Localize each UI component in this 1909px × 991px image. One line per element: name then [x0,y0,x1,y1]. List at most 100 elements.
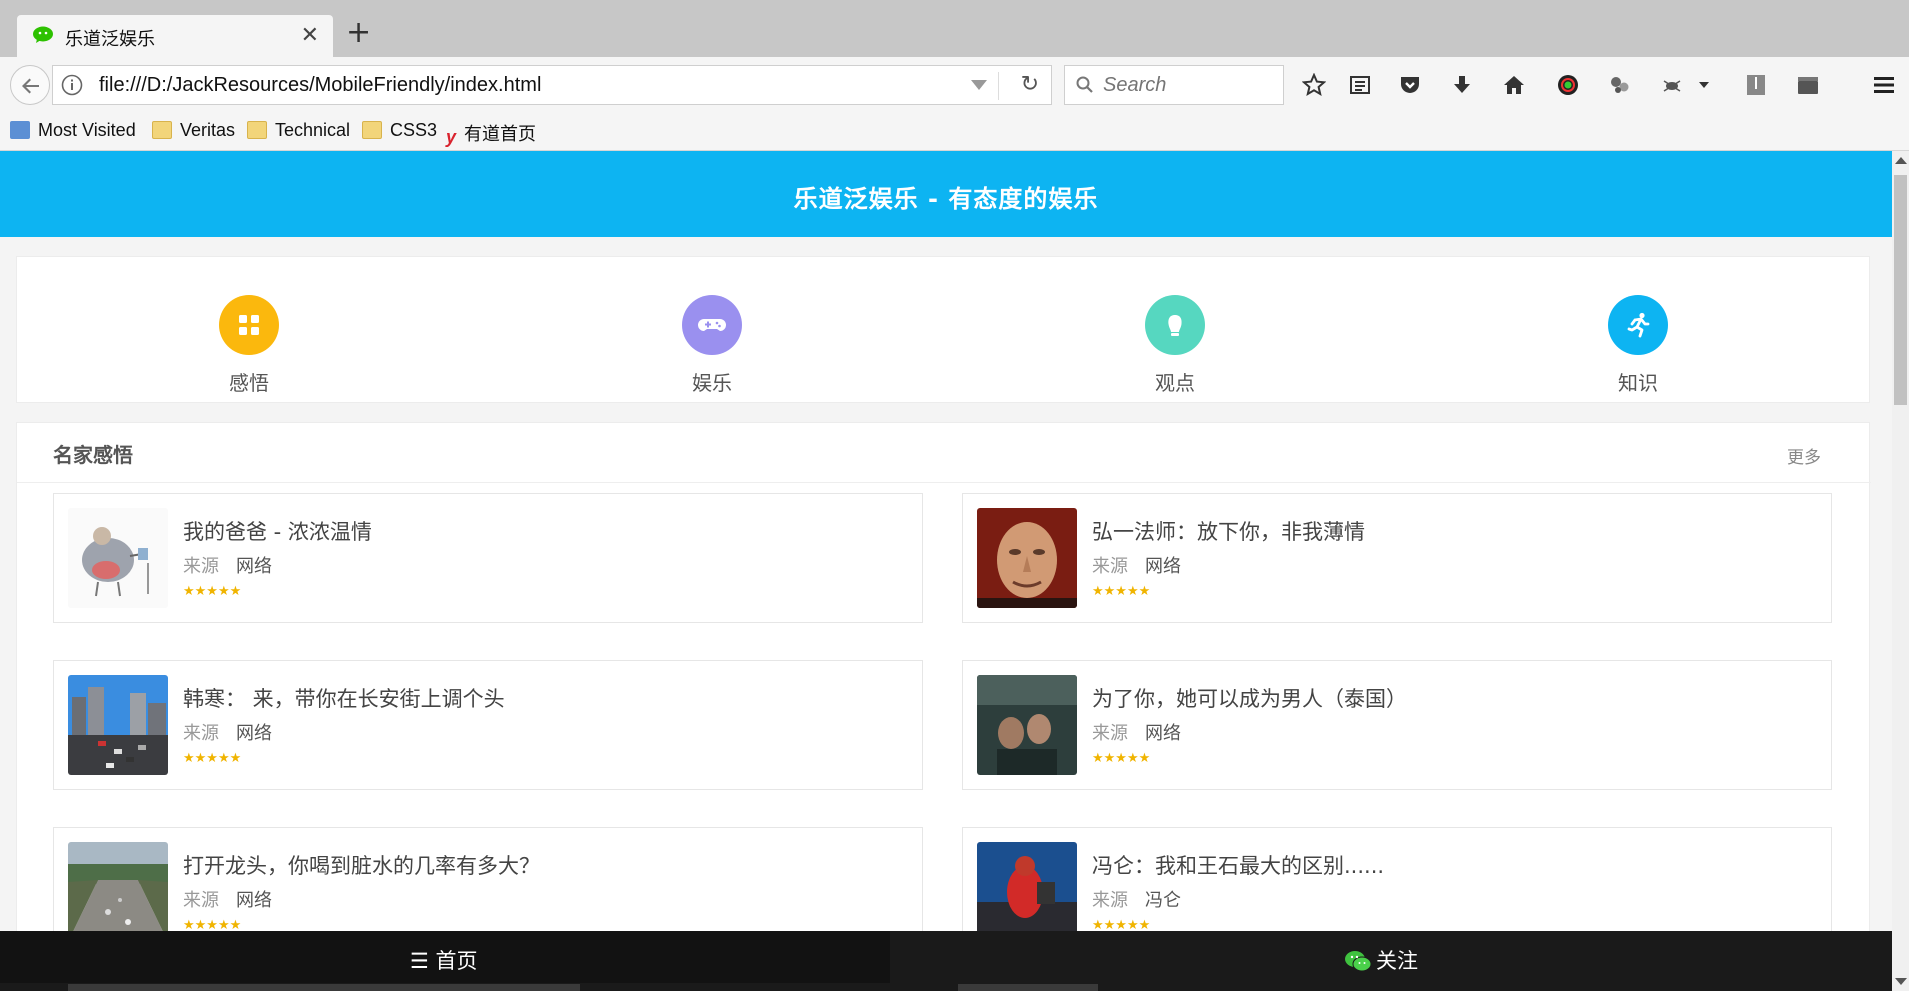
source-label: 来源 [183,890,219,911]
section-header: 名家感悟 更多 [17,423,1871,483]
follow-tab[interactable]: 关注 [1344,945,1418,975]
category-zhishi[interactable]: 知识 [1538,257,1738,404]
article-title[interactable]: 打开龙头，你喝到脏水的几率有多大？ [183,850,540,880]
back-arrow-icon [22,78,39,94]
category-nav: 感悟 娱乐 观点 知识 [16,256,1870,403]
rating-stars: ★★★★★ [1092,584,1151,599]
category-label: 感悟 [229,371,269,395]
running-icon [1608,295,1668,355]
reload-icon[interactable]: ↻ [1021,72,1039,97]
section-title: 名家感悟 [53,443,133,467]
category-label: 知识 [1618,371,1658,395]
close-tab-icon[interactable]: ✕ [301,23,319,48]
tab-title: 乐道泛娱乐 [65,29,155,50]
article-card[interactable]: 我的爸爸 - 浓浓温情 来源 网络 ★★★★★ [53,493,923,623]
bookmark-youdao[interactable]: y 有道首页 [446,120,536,147]
active-tab[interactable]: 乐道泛娱乐 ✕ [17,15,333,57]
source-label: 来源 [1092,556,1128,577]
extension-icon[interactable] [1602,67,1638,103]
most-visited-icon [10,121,30,139]
site-title: 乐道泛娱乐 - 有态度的娱乐 [793,185,1099,213]
back-button[interactable] [10,65,50,105]
article-thumbnail [977,508,1077,608]
article-title[interactable]: 冯仑：我和王石最大的区别...... [1092,850,1384,880]
wechat-icon [1345,951,1372,972]
article-thumbnail [68,508,168,608]
pocket-icon[interactable] [1392,67,1428,103]
rating-stars: ★★★★★ [183,584,242,599]
category-guandian[interactable]: 观点 [1075,257,1275,404]
vertical-scrollbar[interactable] [1892,151,1909,991]
more-link[interactable]: 更多 [1787,443,1821,468]
bookmark-technical[interactable]: Technical [247,120,350,144]
folder-icon [152,121,172,139]
source-value: 网络 [236,556,272,577]
firebug-dropdown-icon[interactable] [1686,67,1722,103]
firebug-icon[interactable] [1654,67,1690,103]
folder-icon [362,121,382,139]
bookmark-most-visited[interactable]: Most Visited [10,120,136,144]
source-label: 来源 [183,556,219,577]
article-card[interactable]: 弘一法师：放下你，非我薄情 来源 网络 ★★★★★ [962,493,1832,623]
grid-icon [219,295,279,355]
bookmark-star-icon[interactable] [1296,67,1332,103]
folder-icon [247,121,267,139]
home-tab[interactable]: ☰ 首页 [410,945,478,975]
youdao-icon: y [446,127,457,147]
article-thumbnail [68,842,168,942]
source-value: 网络 [236,890,272,911]
url-separator [998,72,999,100]
search-input[interactable] [1103,73,1273,97]
source-value: 网络 [1145,723,1181,744]
navigation-toolbar: file:///D:/JackResources/MobileFriendly/… [0,57,1909,113]
article-thumbnail [68,675,168,775]
article-card[interactable]: 为了你，她可以成为男人（泰国） 来源 网络 ★★★★★ [962,660,1832,790]
clapperboard-icon[interactable] [1790,67,1826,103]
address-bar[interactable]: file:///D:/JackResources/MobileFriendly/… [52,65,1052,105]
article-card[interactable]: 韩寒： 来，带你在长安街上调个头 来源 网络 ★★★★★ [53,660,923,790]
source-label: 来源 [1092,890,1128,911]
color-picker-icon[interactable] [1550,67,1586,103]
viewpoint-icon [1145,295,1205,355]
bookmark-css3[interactable]: CSS3 [362,120,437,144]
article-title[interactable]: 弘一法师：放下你，非我薄情 [1092,516,1365,546]
bookmark-veritas[interactable]: Veritas [152,120,235,144]
rating-stars: ★★★★★ [1092,751,1151,766]
bottom-nav: ☰ 首页 关注 [0,931,1892,991]
zip-icon[interactable] [1738,67,1774,103]
info-icon[interactable] [61,74,83,96]
source-value: 网络 [236,723,272,744]
article-title[interactable]: 我的爸爸 - 浓浓温情 [183,516,372,546]
home-active-indicator [68,984,580,991]
article-thumbnail [977,675,1077,775]
category-yule[interactable]: 娱乐 [612,257,812,404]
tab-strip: 乐道泛娱乐 ✕ + [0,0,1909,57]
bookmarks-toolbar: Most Visited Veritas Technical CSS3 y 有道首… [0,113,1909,151]
follow-label: 关注 [1376,949,1418,973]
category-ganwu[interactable]: 感悟 [149,257,349,404]
url-text[interactable]: file:///D:/JackResources/MobileFriendly/… [99,74,541,97]
scroll-down-icon[interactable] [1895,978,1907,985]
url-dropdown-icon[interactable] [971,80,987,90]
browser-window: 乐道泛娱乐 ✕ + file:///D:/JackResources/Mobil… [0,0,1909,991]
scroll-up-icon[interactable] [1895,157,1907,164]
reading-list-icon[interactable] [1342,67,1378,103]
category-label: 娱乐 [692,371,732,395]
scrollbar-thumb[interactable] [1894,175,1907,405]
menu-hamburger-icon[interactable] [1866,67,1902,103]
article-title[interactable]: 韩寒： 来，带你在长安街上调个头 [183,683,505,713]
article-title[interactable]: 为了你，她可以成为男人（泰国） [1092,683,1407,713]
wechat-icon [33,26,53,43]
search-icon [1076,76,1093,93]
site-header: 乐道泛娱乐 - 有态度的娱乐 [0,151,1892,237]
famous-insights-section: 名家感悟 更多 我的爸爸 - 浓浓温情 来源 网络 ★★★★★ 弘一法师：放下你… [16,422,1871,991]
search-box[interactable] [1064,65,1284,105]
home-icon[interactable] [1496,67,1532,103]
category-label: 观点 [1155,371,1195,395]
rating-stars: ★★★★★ [183,751,242,766]
new-tab-icon[interactable]: + [346,15,371,50]
source-value: 网络 [1145,556,1181,577]
source-label: 来源 [183,723,219,744]
gamepad-icon [682,295,742,355]
download-icon[interactable] [1444,67,1480,103]
